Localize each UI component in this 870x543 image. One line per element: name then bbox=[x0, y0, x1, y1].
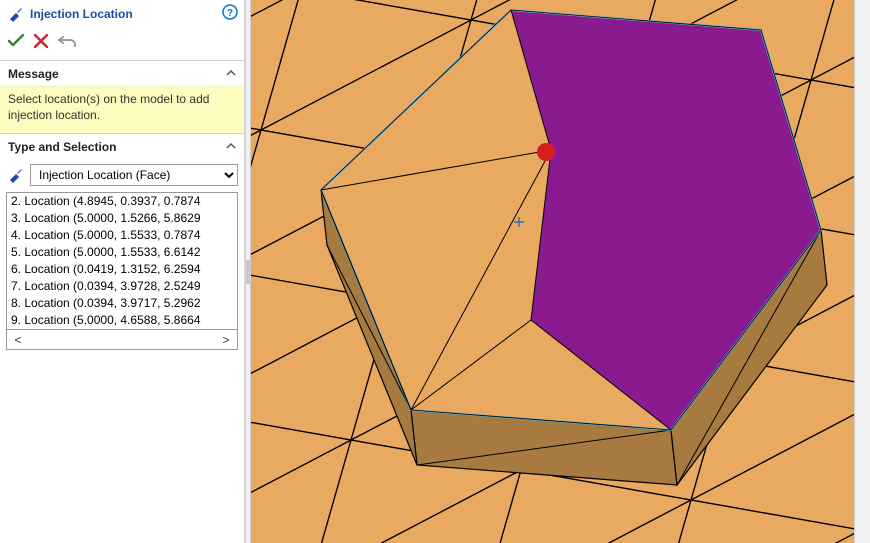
panel-title: Injection Location bbox=[30, 7, 222, 21]
list-item[interactable]: 4. Location (5.0000, 1.5533, 0.7874 bbox=[7, 227, 237, 244]
list-item[interactable]: 3. Location (5.0000, 1.5266, 5.8629 bbox=[7, 210, 237, 227]
location-listbox[interactable]: 2. Location (4.8945, 0.3937, 0.78743. Lo… bbox=[6, 192, 238, 330]
list-item[interactable]: 10. Location (5.0000, 4.6587, 1.760 bbox=[7, 329, 237, 330]
svg-text:?: ? bbox=[227, 8, 233, 19]
panel-header: Injection Location ? bbox=[0, 0, 244, 29]
injection-location-icon bbox=[6, 5, 24, 23]
ok-button[interactable] bbox=[8, 34, 24, 51]
list-item[interactable]: 9. Location (5.0000, 4.6588, 5.8664 bbox=[7, 312, 237, 329]
type-section-title: Type and Selection bbox=[8, 140, 116, 154]
list-item[interactable]: 6. Location (0.0419, 1.3152, 6.2594 bbox=[7, 261, 237, 278]
message-section-title: Message bbox=[8, 67, 59, 81]
message-body: Select location(s) on the model to add i… bbox=[0, 85, 244, 133]
chevron-up-icon bbox=[226, 68, 236, 80]
list-scroll-controls: < > bbox=[6, 330, 238, 350]
type-section-body: Injection Location (Face) 2. Location (4… bbox=[0, 158, 244, 358]
list-item[interactable]: 5. Location (5.0000, 1.5533, 6.6142 bbox=[7, 244, 237, 261]
injection-type-icon bbox=[6, 166, 24, 184]
list-item[interactable]: 8. Location (0.0394, 3.9717, 5.2962 bbox=[7, 295, 237, 312]
cancel-button[interactable] bbox=[34, 34, 48, 51]
viewport-scrollbar[interactable] bbox=[854, 0, 870, 543]
scroll-right-button[interactable]: > bbox=[217, 333, 235, 347]
splitter-grip-icon bbox=[246, 260, 250, 284]
message-section-header[interactable]: Message bbox=[0, 60, 244, 85]
type-section-header[interactable]: Type and Selection bbox=[0, 133, 244, 158]
action-row bbox=[0, 29, 244, 60]
help-icon[interactable]: ? bbox=[222, 4, 238, 23]
type-select[interactable]: Injection Location (Face) bbox=[30, 164, 238, 186]
scroll-left-button[interactable]: < bbox=[9, 333, 27, 347]
list-item[interactable]: 7. Location (0.0394, 3.9728, 2.5249 bbox=[7, 278, 237, 295]
property-panel: Injection Location ? Message Select loca… bbox=[0, 0, 245, 543]
list-item[interactable]: 2. Location (4.8945, 0.3937, 0.7874 bbox=[7, 193, 237, 210]
undo-button[interactable] bbox=[58, 33, 78, 52]
chevron-up-icon bbox=[226, 141, 236, 153]
model-viewport[interactable] bbox=[251, 0, 870, 543]
